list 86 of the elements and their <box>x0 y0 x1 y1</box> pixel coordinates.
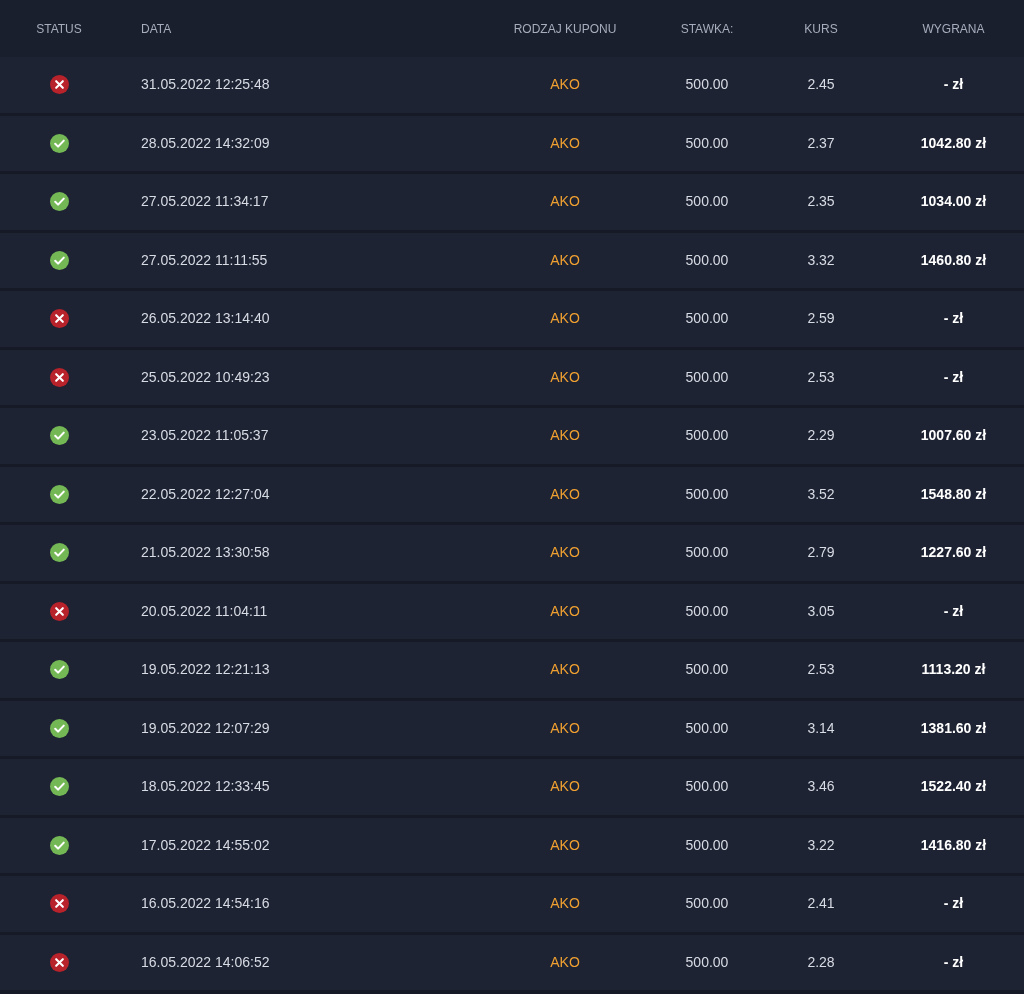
stake-cell-text: 500.00 <box>685 250 729 270</box>
odds-cell-text: 2.28 <box>807 952 835 972</box>
date-cell-text: 23.05.2022 11:05:37 <box>141 426 269 446</box>
date-cell-text: 26.05.2022 13:14:40 <box>141 309 270 329</box>
coupon-type-cell-text: AKO <box>550 952 580 972</box>
coupon-type-cell-text: AKO <box>550 718 580 738</box>
odds-cell-text: 2.41 <box>807 894 835 914</box>
column-header: STATUS <box>36 20 82 38</box>
coupon-type-cell-text: AKO <box>550 777 580 797</box>
coupon-type-cell-text: AKO <box>550 543 580 563</box>
date-cell-text: 27.05.2022 11:11:55 <box>141 250 268 270</box>
winnings-cell-text: 1034.00 zł <box>920 192 987 212</box>
winnings-cell-text: - zł <box>943 894 964 914</box>
stake-cell-text: 500.00 <box>685 660 729 680</box>
winnings-cell-text: 1460.80 zł <box>920 250 987 270</box>
date-cell-text: 16.05.2022 14:54:16 <box>141 894 270 914</box>
stake-cell-text: 500.00 <box>685 894 729 914</box>
odds-cell-text: 2.29 <box>807 426 835 446</box>
coupon-type-cell-text: AKO <box>550 894 580 914</box>
odds-cell-text: 2.37 <box>807 133 835 153</box>
winnings-cell-text: 1042.80 zł <box>920 133 987 153</box>
coupon-type-cell-text: AKO <box>550 426 580 446</box>
date-cell-text: 19.05.2022 12:21:13 <box>141 660 270 680</box>
stake-cell-text: 500.00 <box>685 133 729 153</box>
date-cell-text: 25.05.2022 10:49:23 <box>141 367 270 387</box>
coupon-type-cell-text: AKO <box>550 484 580 504</box>
date-cell-text: 17.05.2022 14:55:02 <box>141 835 270 855</box>
date-cell-text: 20.05.2022 11:04:11 <box>141 601 268 621</box>
odds-cell-text: 2.53 <box>807 367 835 387</box>
odds-cell-text: 3.14 <box>807 718 835 738</box>
date-cell-text: 19.05.2022 12:07:29 <box>141 718 270 738</box>
winnings-cell-text: 1227.60 zł <box>920 543 987 563</box>
stake-cell-text: 500.00 <box>685 835 729 855</box>
winnings-cell-text: 1548.80 zł <box>920 484 987 504</box>
winnings-cell-text: 1416.80 zł <box>920 835 987 855</box>
odds-cell-text: 2.35 <box>807 192 835 212</box>
odds-cell-text: 2.53 <box>807 660 835 680</box>
column-header: KURS <box>804 20 838 38</box>
date-cell-text: 16.05.2022 14:06:52 <box>141 952 270 972</box>
stake-cell-text: 500.00 <box>685 718 729 738</box>
date-cell-text: 28.05.2022 14:32:09 <box>141 133 270 153</box>
odds-cell-text: 2.79 <box>807 543 835 563</box>
stake-cell-text: 500.00 <box>685 426 729 446</box>
column-header: WYGRANA <box>922 20 985 38</box>
stake-cell-text: 500.00 <box>685 192 729 212</box>
date-cell-text: 27.05.2022 11:34:17 <box>141 192 269 212</box>
winnings-cell-text: - zł <box>943 601 964 621</box>
coupon-type-cell-text: AKO <box>550 660 580 680</box>
odds-cell-text: 2.59 <box>807 309 835 329</box>
winnings-cell-text: - zł <box>943 367 964 387</box>
stake-cell-text: 500.00 <box>685 309 729 329</box>
coupon-type-cell-text: AKO <box>550 367 580 387</box>
odds-cell-text: 3.22 <box>807 835 835 855</box>
coupon-type-cell-text: AKO <box>550 309 580 329</box>
coupon-type-cell-text: AKO <box>550 601 580 621</box>
winnings-cell-text: 1381.60 zł <box>920 718 987 738</box>
winnings-cell-text: 1007.60 zł <box>920 426 987 446</box>
column-header: DATA <box>141 20 172 38</box>
stake-cell-text: 500.00 <box>685 75 729 95</box>
date-cell-text: 21.05.2022 13:30:58 <box>141 543 270 563</box>
odds-cell-text: 3.52 <box>807 484 835 504</box>
stake-cell-text: 500.00 <box>685 777 729 797</box>
stake-cell-text: 500.00 <box>685 601 729 621</box>
date-cell-text: 18.05.2022 12:33:45 <box>141 777 270 797</box>
date-cell-text: 31.05.2022 12:25:48 <box>141 75 270 95</box>
date-cell-text: 22.05.2022 12:27:04 <box>141 484 270 504</box>
stake-cell-text: 500.00 <box>685 952 729 972</box>
winnings-cell-text: - zł <box>943 952 964 972</box>
stake-cell-text: 500.00 <box>685 367 729 387</box>
odds-cell-text: 3.05 <box>807 601 835 621</box>
winnings-cell-text: 1522.40 zł <box>920 777 987 797</box>
coupon-type-cell-text: AKO <box>550 192 580 212</box>
winnings-cell-text: - zł <box>943 75 964 95</box>
coupon-type-cell-text: AKO <box>550 250 580 270</box>
winnings-cell-text: 1113.20 zł <box>921 660 986 680</box>
coupon-type-cell-text: AKO <box>550 835 580 855</box>
coupon-type-cell-text: AKO <box>550 133 580 153</box>
column-header: RODZAJ KUPONU <box>513 20 617 38</box>
coupon-type-cell-text: AKO <box>550 75 580 95</box>
winnings-cell-text: - zł <box>943 309 964 329</box>
odds-cell-text: 3.46 <box>807 777 835 797</box>
odds-cell-text: 3.32 <box>807 250 835 270</box>
stake-cell-text: 500.00 <box>685 484 729 504</box>
stake-cell-text: 500.00 <box>685 543 729 563</box>
odds-cell-text: 2.45 <box>807 75 835 95</box>
column-header: STAWKA: <box>680 20 734 38</box>
